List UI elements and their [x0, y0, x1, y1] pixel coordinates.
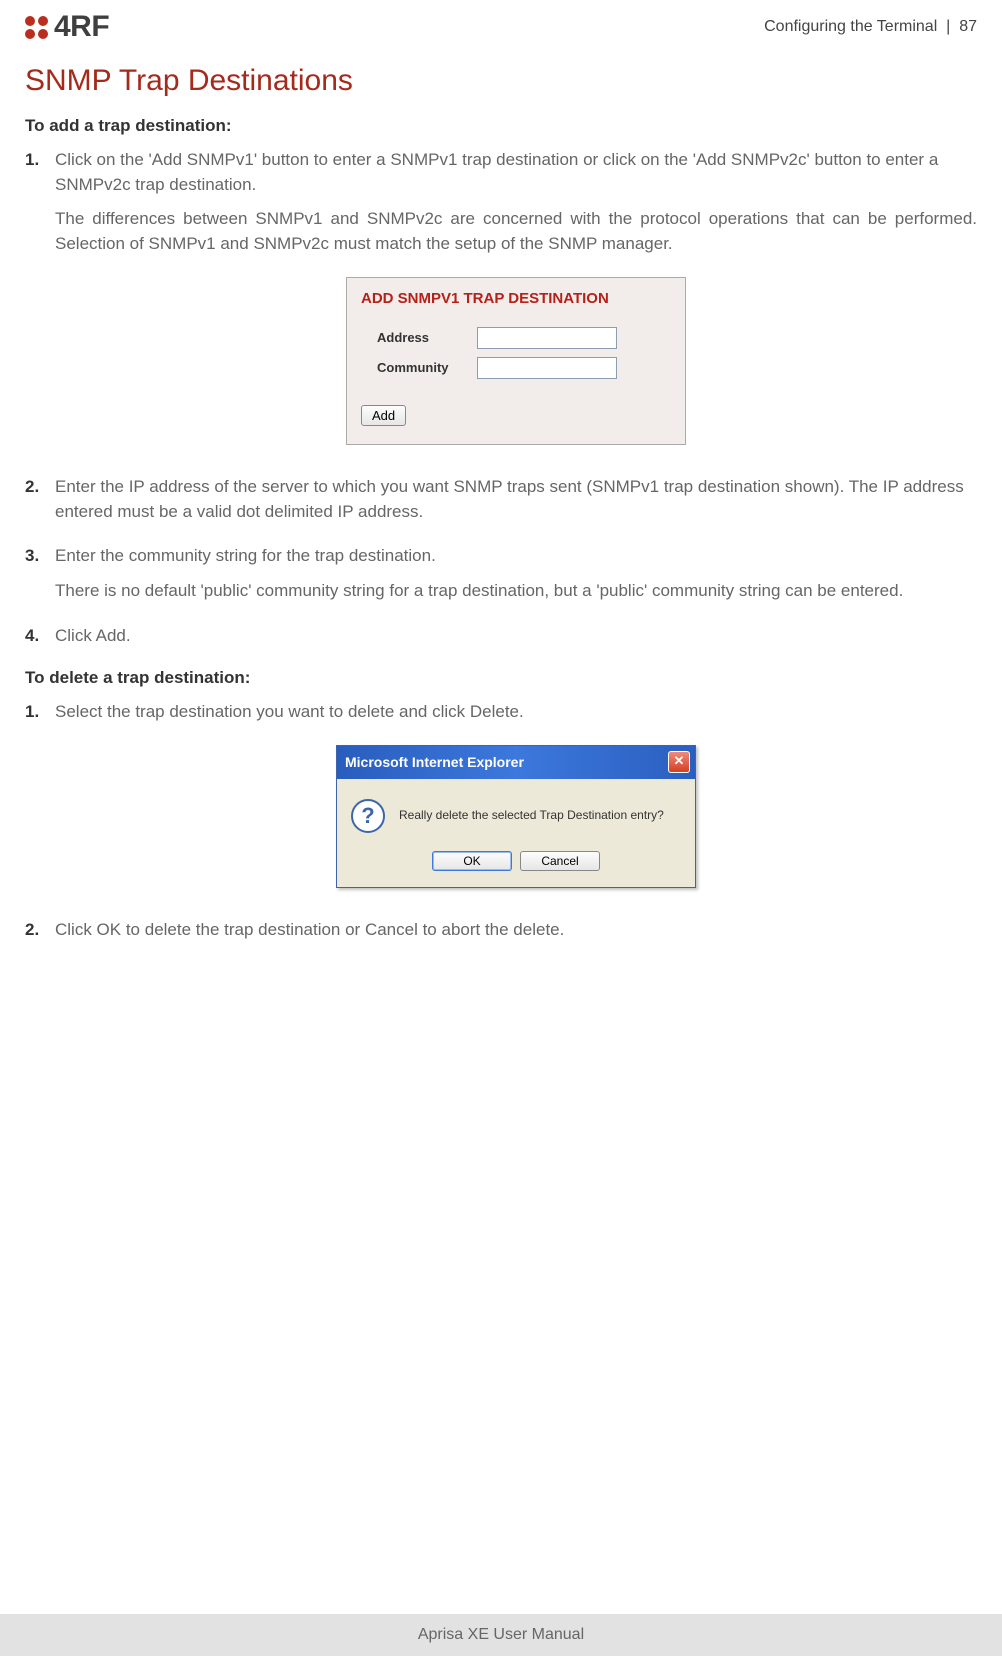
community-label: Community	[377, 359, 477, 378]
add-steps-list: Click on the 'Add SNMPv1' button to ente…	[25, 148, 977, 648]
step-text: Click Add.	[55, 626, 131, 645]
list-item: Select the trap destination you want to …	[25, 700, 977, 888]
step-extra: There is no default 'public' community s…	[55, 579, 977, 604]
ok-button[interactable]: OK	[432, 851, 512, 871]
ie-dialog-buttons: OK Cancel	[337, 843, 695, 887]
add-button[interactable]: Add	[361, 405, 406, 426]
address-row: Address	[347, 323, 685, 353]
snmp-dialog-figure: ADD SNMPV1 TRAP DESTINATION Address Comm…	[55, 277, 977, 445]
community-row: Community	[347, 353, 685, 383]
ie-dialog-title: Microsoft Internet Explorer	[345, 752, 524, 772]
logo-text: 4RF	[54, 10, 109, 44]
ie-dialog-body: ? Really delete the selected Trap Destin…	[337, 779, 695, 843]
list-item: Click Add.	[25, 624, 977, 649]
step-text: Click OK to delete the trap destination …	[55, 920, 564, 939]
list-item: Enter the community string for the trap …	[25, 544, 977, 603]
close-icon[interactable]: ✕	[668, 751, 690, 773]
logo-dots-icon	[25, 16, 48, 39]
ie-titlebar: Microsoft Internet Explorer ✕	[337, 746, 695, 779]
footer-text: Aprisa XE User Manual	[418, 1626, 584, 1643]
list-item: Enter the IP address of the server to wh…	[25, 475, 977, 524]
cancel-button[interactable]: Cancel	[520, 851, 600, 871]
step-extra: The differences between SNMPv1 and SNMPv…	[55, 207, 977, 256]
list-item: Click OK to delete the trap destination …	[25, 918, 977, 943]
header-section-page: Configuring the Terminal | 87	[764, 18, 977, 36]
dialog-button-row: Add	[347, 383, 685, 444]
list-item: Click on the 'Add SNMPv1' button to ente…	[25, 148, 977, 445]
delete-steps-list: Select the trap destination you want to …	[25, 700, 977, 942]
ie-confirm-dialog: Microsoft Internet Explorer ✕ ? Really d…	[336, 745, 696, 888]
address-input[interactable]	[477, 327, 617, 349]
add-snmpv1-dialog: ADD SNMPV1 TRAP DESTINATION Address Comm…	[346, 277, 686, 445]
delete-destination-heading: To delete a trap destination:	[25, 668, 977, 688]
step-text: Enter the IP address of the server to wh…	[55, 477, 964, 521]
step-text: Click on the 'Add SNMPv1' button to ente…	[55, 150, 938, 194]
step-text: Enter the community string for the trap …	[55, 546, 436, 565]
page-footer: Aprisa XE User Manual	[0, 1614, 1002, 1656]
address-label: Address	[377, 329, 477, 348]
ie-dialog-message: Really delete the selected Trap Destinat…	[399, 807, 664, 824]
ie-dialog-figure: Microsoft Internet Explorer ✕ ? Really d…	[55, 745, 977, 888]
question-icon: ?	[351, 799, 385, 833]
step-text: Select the trap destination you want to …	[55, 702, 524, 721]
page-title: SNMP Trap Destinations	[25, 64, 977, 98]
page-header: 4RF Configuring the Terminal | 87	[0, 0, 1002, 54]
add-destination-heading: To add a trap destination:	[25, 116, 977, 136]
page-content: SNMP Trap Destinations To add a trap des…	[0, 54, 1002, 942]
header-section: Configuring the Terminal	[764, 18, 937, 35]
community-input[interactable]	[477, 357, 617, 379]
dialog-title: ADD SNMPV1 TRAP DESTINATION	[347, 278, 685, 324]
page-number: 87	[959, 18, 977, 35]
logo: 4RF	[25, 10, 109, 44]
